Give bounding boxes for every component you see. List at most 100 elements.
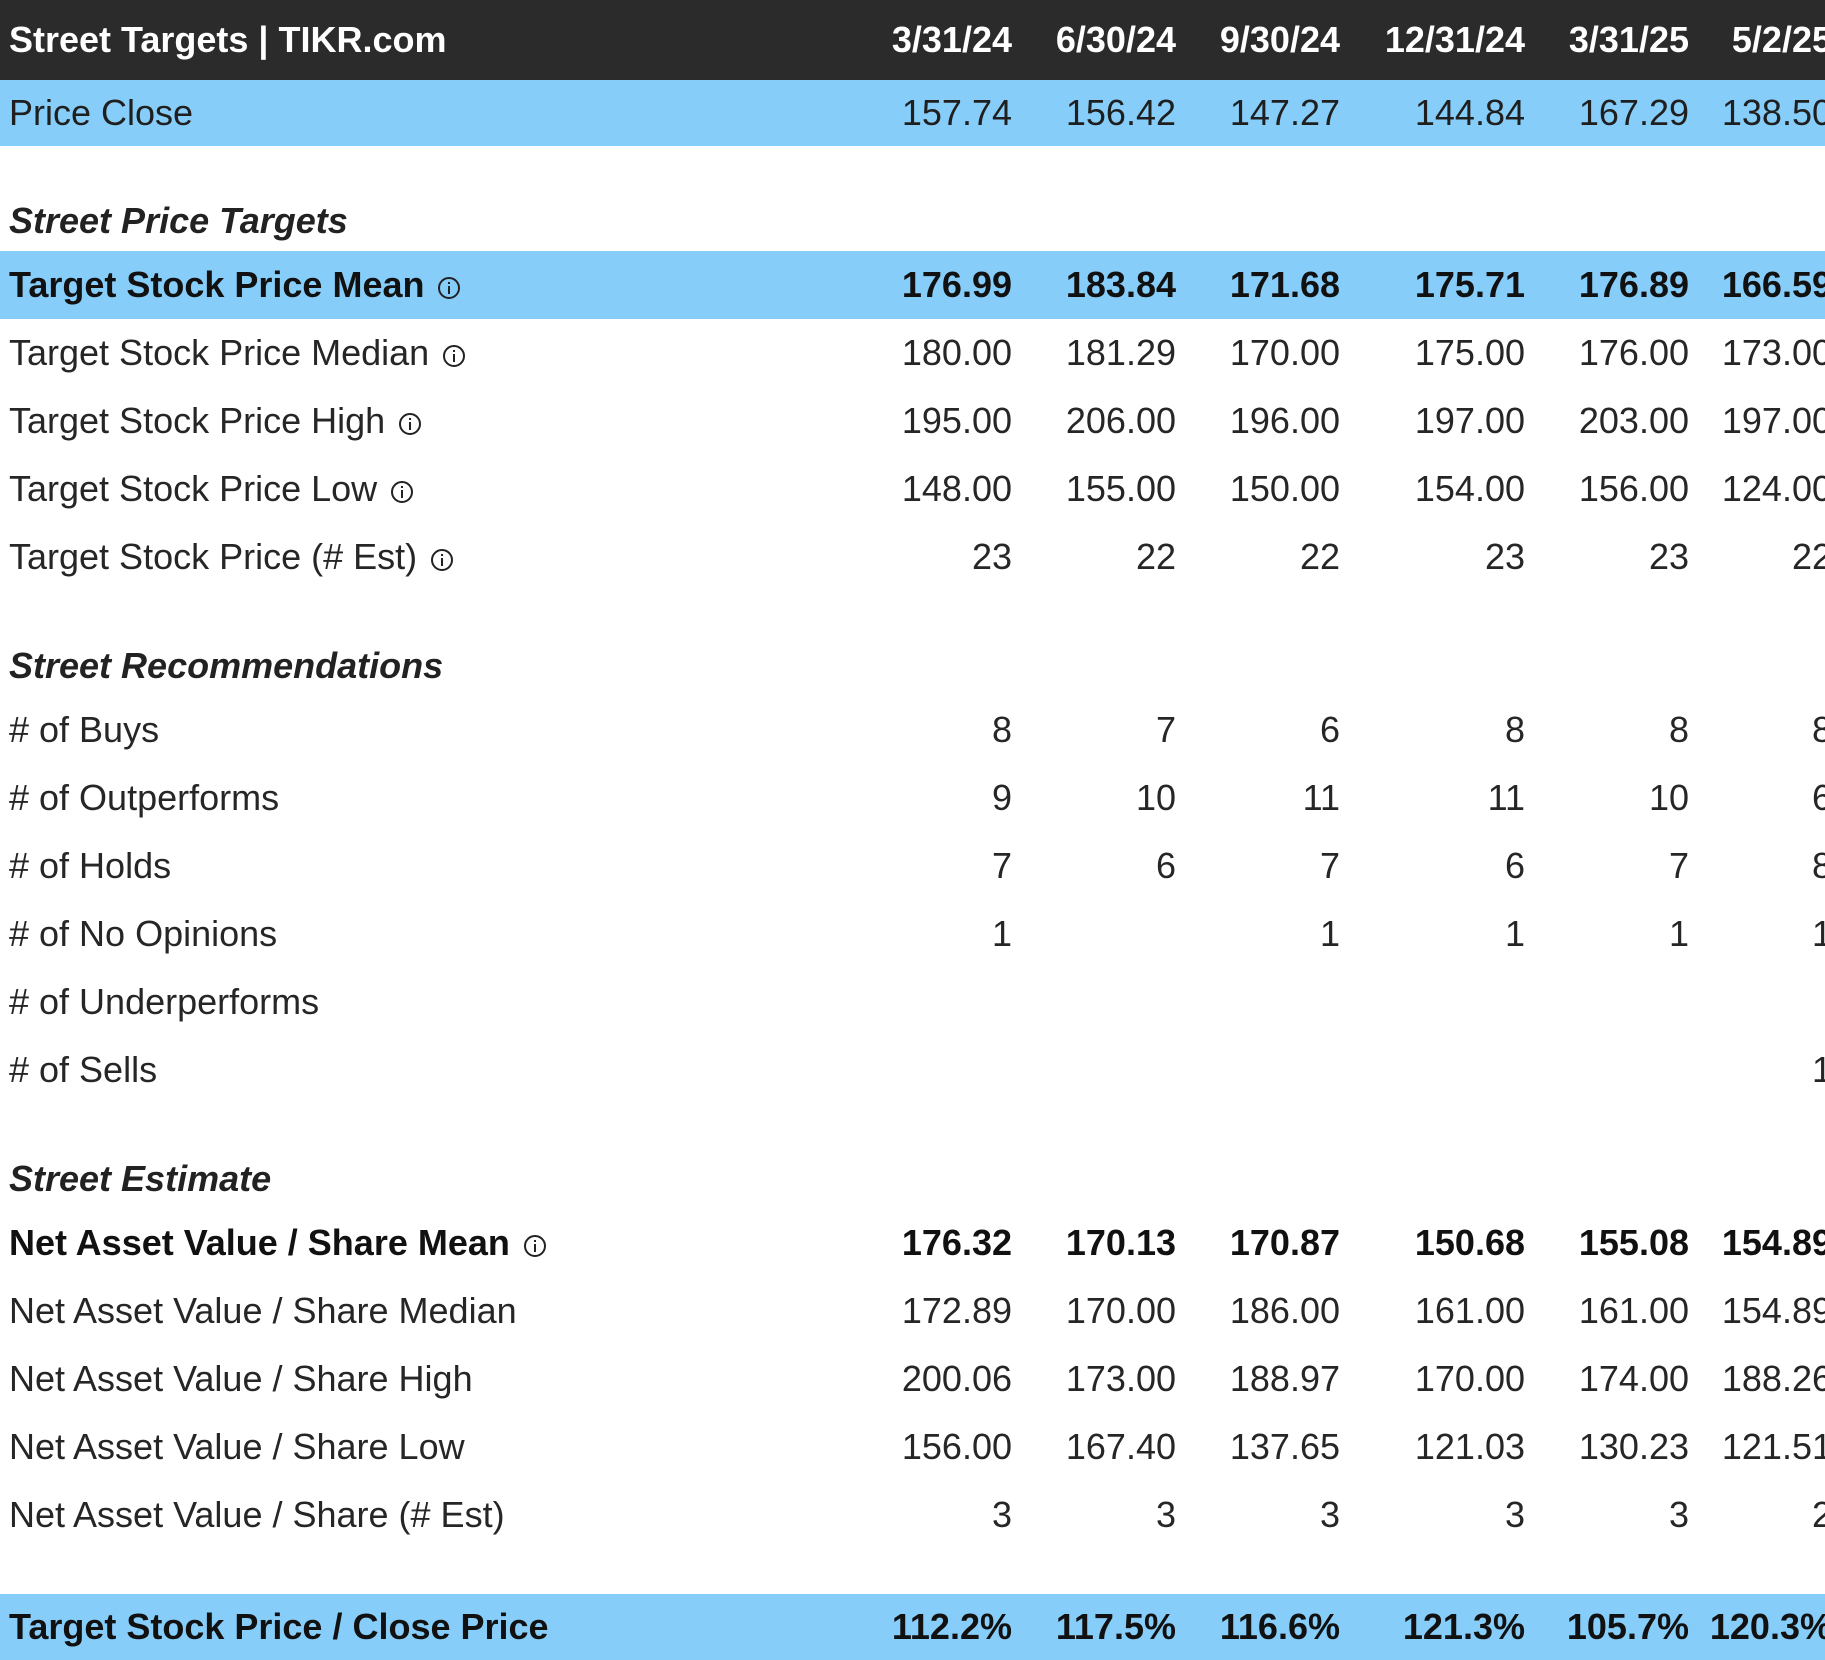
no-opinions-row: # of No Opinions 1 1 1 1 1: [0, 900, 1825, 968]
row-values: 9 10 11 11 10 6: [829, 777, 1825, 819]
row-values: 157.74 156.42 147.27 144.84 167.29 138.5…: [829, 92, 1825, 134]
value-cell: 7: [991, 845, 1012, 886]
value-cell: 180.00: [901, 332, 1012, 373]
value-cell: [1012, 1049, 1176, 1091]
value-cell: 183.84: [1065, 264, 1176, 305]
value-cell: 172.89: [901, 1290, 1012, 1331]
header-columns: 3/31/24 6/30/24 9/30/24 12/31/24 3/31/25…: [829, 19, 1825, 61]
value-cell: 22: [1299, 536, 1340, 577]
row-label-wrap: Net Asset Value / Share Mean: [9, 1222, 829, 1264]
table-title: Street Targets | TIKR.com: [9, 19, 447, 60]
value-cell: 121.03: [1414, 1426, 1525, 1467]
value-cell: 167.29: [1578, 92, 1689, 133]
value-cell: 206.00: [1065, 400, 1176, 441]
row-label: # of Buys: [9, 709, 160, 750]
value-cell: 186.00: [1229, 1290, 1340, 1331]
row-label: # of Sells: [9, 1049, 158, 1090]
value-cell: 8: [1668, 709, 1689, 750]
value-cell: 176.00: [1578, 332, 1689, 373]
info-icon[interactable]: [522, 1233, 548, 1259]
row-values: 1: [829, 1049, 1825, 1091]
value-cell: 8: [991, 709, 1012, 750]
info-icon[interactable]: [436, 275, 462, 301]
row-label: Net Asset Value / Share High: [9, 1358, 473, 1399]
value-cell: 148.00: [901, 468, 1012, 509]
nav-median-row: Net Asset Value / Share Median 172.89 17…: [0, 1277, 1825, 1345]
section-label: Street Recommendations: [9, 645, 444, 686]
value-cell: 3: [1668, 1494, 1689, 1535]
nav-mean-row: Net Asset Value / Share Mean 176.32 170.…: [0, 1209, 1825, 1277]
value-cell: 6: [1155, 845, 1176, 886]
value-cell: 1: [1811, 913, 1825, 954]
info-icon[interactable]: [389, 479, 415, 505]
value-cell: 157.74: [901, 92, 1012, 133]
section-title-recommendations: Street Recommendations: [0, 636, 1825, 696]
column-header[interactable]: 3/31/24: [829, 19, 1012, 61]
value-cell: 11: [1302, 777, 1340, 818]
row-values: 156.00 167.40 137.65 121.03 130.23 121.5…: [829, 1426, 1825, 1468]
section-title-estimate: Street Estimate: [0, 1149, 1825, 1209]
value-cell: 121.51: [1721, 1426, 1825, 1467]
column-header[interactable]: 12/31/24: [1340, 19, 1525, 61]
value-cell: 176.89: [1578, 264, 1689, 305]
value-cell: 156.42: [1065, 92, 1176, 133]
row-values: 195.00 206.00 196.00 197.00 203.00 197.0…: [829, 400, 1825, 442]
info-icon[interactable]: [397, 411, 423, 437]
target-median-row: Target Stock Price Median 180.00 181.29 …: [0, 319, 1825, 387]
value-cell: 130.23: [1578, 1426, 1689, 1467]
value-cell: 105.7%: [1566, 1606, 1689, 1647]
value-cell: 176.99: [901, 264, 1012, 305]
table-header: Street Targets | TIKR.com 3/31/24 6/30/2…: [0, 0, 1825, 80]
value-cell: [1012, 913, 1176, 955]
info-icon[interactable]: [441, 343, 467, 369]
value-cell: 170.13: [1065, 1222, 1176, 1263]
row-label: Target Stock Price Median: [9, 332, 430, 373]
value-cell: 175.00: [1414, 332, 1525, 373]
row-values: 176.99 183.84 171.68 175.71 176.89 166.5…: [829, 264, 1825, 306]
value-cell: 196.00: [1229, 400, 1340, 441]
value-cell: 173.00: [1721, 332, 1825, 373]
row-label: # of Underperforms: [9, 981, 320, 1022]
value-cell: 22: [1791, 536, 1825, 577]
sells-row: # of Sells 1: [0, 1036, 1825, 1104]
value-cell: 6: [1811, 777, 1825, 818]
price-close-row: Price Close 157.74 156.42 147.27 144.84 …: [0, 80, 1825, 146]
nav-high-row: Net Asset Value / Share High 200.06 173.…: [0, 1345, 1825, 1413]
row-label-wrap: Target Stock Price Low: [9, 468, 829, 510]
value-cell: 154.89: [1721, 1290, 1825, 1331]
value-cell: 150.00: [1229, 468, 1340, 509]
value-cell: 23: [1648, 536, 1689, 577]
value-cell: 121.3%: [1402, 1606, 1525, 1647]
value-cell: 170.87: [1229, 1222, 1340, 1263]
value-cell: 1: [991, 913, 1012, 954]
row-label-wrap: Target Stock Price Mean: [9, 264, 829, 306]
row-values: 23 22 22 23 23 22: [829, 536, 1825, 578]
value-cell: 144.84: [1414, 92, 1525, 133]
value-cell: 10: [1135, 777, 1176, 818]
value-cell: 3: [991, 1494, 1012, 1535]
target-mean-row: Target Stock Price Mean 176.99 183.84 17…: [0, 251, 1825, 319]
column-header[interactable]: 3/31/25: [1525, 19, 1689, 61]
row-label: Target Stock Price Mean: [9, 264, 425, 305]
row-values: 3 3 3 3 3 2: [829, 1494, 1825, 1536]
value-cell: 3: [1155, 1494, 1176, 1535]
row-label: Net Asset Value / Share (# Est): [9, 1494, 505, 1535]
row-label: Target Stock Price Low: [9, 468, 378, 509]
column-header[interactable]: 5/2/25: [1689, 19, 1825, 61]
value-cell: 7: [1668, 845, 1689, 886]
value-cell: 23: [971, 536, 1012, 577]
row-values: 176.32 170.13 170.87 150.68 155.08 154.8…: [829, 1222, 1825, 1264]
row-label: Target Stock Price High: [9, 400, 386, 441]
target-high-row: Target Stock Price High 195.00 206.00 19…: [0, 387, 1825, 455]
value-cell: 161.00: [1578, 1290, 1689, 1331]
value-cell: 188.26: [1721, 1358, 1825, 1399]
row-label: Net Asset Value / Share Mean: [9, 1222, 510, 1263]
column-header[interactable]: 9/30/24: [1176, 19, 1340, 61]
column-header[interactable]: 6/30/24: [1012, 19, 1176, 61]
value-cell: 188.97: [1229, 1358, 1340, 1399]
value-cell: 156.00: [1578, 468, 1689, 509]
value-cell: 167.40: [1065, 1426, 1176, 1467]
info-icon[interactable]: [429, 547, 455, 573]
value-cell: 197.00: [1721, 400, 1825, 441]
